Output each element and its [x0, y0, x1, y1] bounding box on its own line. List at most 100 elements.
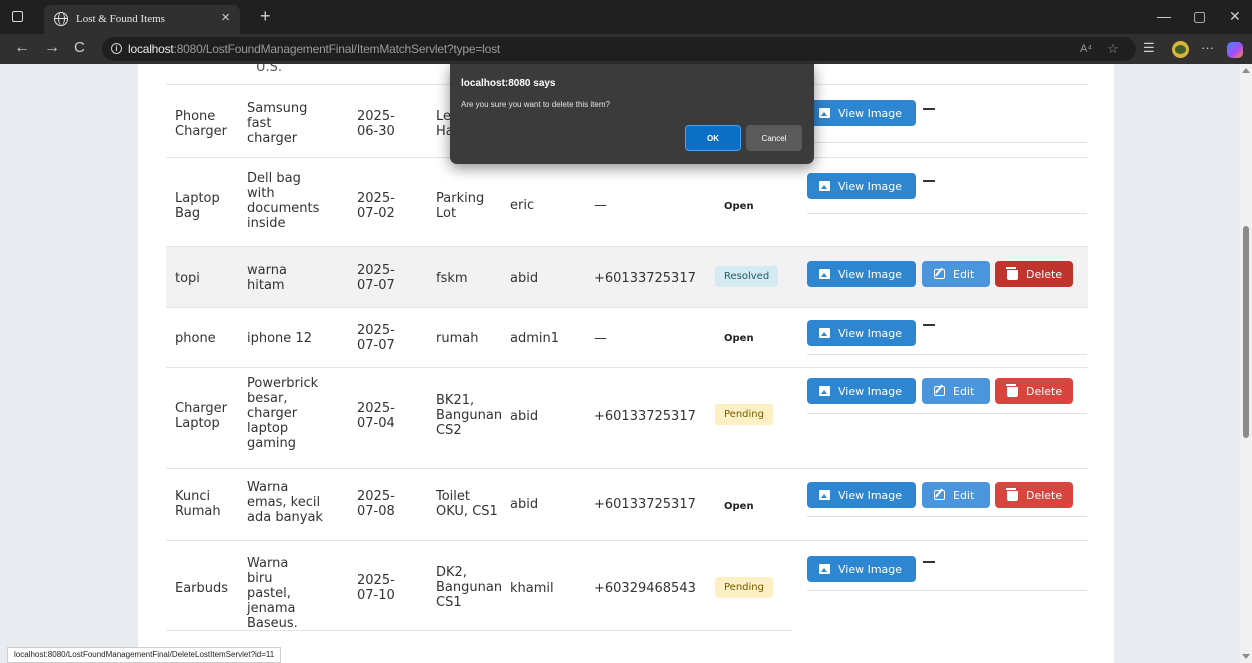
url-text[interactable]: localhost:8080/LostFoundManagementFinal/… [128, 42, 500, 56]
date-cell: 2025-07-07 [357, 323, 395, 353]
trash-icon [1006, 384, 1018, 397]
description-cell: iphone 12 [247, 331, 312, 346]
action-divider [807, 142, 1087, 143]
edit-button[interactable]: Edit [922, 378, 990, 404]
status-badge: Resolved [715, 266, 779, 287]
delete-label: Delete [1026, 384, 1063, 398]
image-icon [819, 490, 830, 500]
description-cell: Powerbrick besar, charger laptop gaming [247, 376, 319, 451]
refresh-button[interactable]: C [74, 39, 85, 56]
read-aloud-icon[interactable]: A⁴ [1080, 43, 1092, 55]
tab-strip: Lost & Found Items × + — ▢ ✕ [0, 0, 1252, 34]
collections-icon[interactable]: ☰ [1143, 40, 1155, 56]
browser-toolbar: ← → C i localhost:8080/LostFoundManageme… [0, 34, 1252, 64]
new-tab-button[interactable]: + [260, 6, 271, 27]
item-name-cell: Charger Laptop [175, 401, 227, 431]
tab-close-icon[interactable]: × [221, 10, 230, 25]
row-divider [166, 630, 792, 631]
description-cell: Samsung fast charger [247, 101, 308, 146]
row-divider [166, 540, 1088, 541]
view-image-button[interactable]: View Image [807, 482, 916, 508]
location-cell: rumah [436, 331, 479, 346]
address-bar[interactable]: i localhost:8080/LostFoundManagementFina… [102, 37, 1136, 61]
scroll-up-arrow-icon[interactable] [1242, 68, 1250, 73]
copilot-icon[interactable] [1227, 42, 1243, 58]
contact-cell: +60329468543 [594, 581, 696, 596]
view-image-button[interactable]: View Image [807, 320, 916, 346]
action-divider [807, 413, 1087, 414]
profile-avatar[interactable] [1172, 41, 1189, 58]
row-divider [166, 367, 1088, 368]
view-image-button[interactable]: View Image [807, 378, 916, 404]
location-cell: BK21, Bangunan CS2 [436, 393, 503, 438]
vertical-scrollbar[interactable] [1240, 64, 1252, 663]
edit-button[interactable]: Edit [922, 261, 990, 287]
maximize-button[interactable]: ▢ [1193, 8, 1206, 25]
view-image-button[interactable]: View Image [807, 556, 916, 582]
dialog-title: localhost:8080 says [461, 78, 556, 89]
edit-label: Edit [953, 267, 975, 281]
minimize-button[interactable]: — [1157, 8, 1171, 24]
forward-button[interactable]: → [44, 39, 60, 57]
description-cell: warna hitam [247, 263, 287, 293]
view-image-button[interactable]: View Image [807, 100, 916, 126]
location-cell: fskm [436, 271, 468, 286]
contact-cell: +60133725317 [594, 271, 696, 286]
image-icon [819, 564, 830, 574]
row-divider [166, 468, 1088, 469]
dialog-message: Are you sure you want to delete this ite… [461, 100, 610, 109]
edit-label: Edit [953, 384, 975, 398]
view-image-button[interactable]: View Image [807, 173, 916, 199]
site-info-icon[interactable]: i [111, 43, 122, 54]
reporter-cell: khamil [510, 581, 554, 596]
description-cell: Warna emas, kecil ada banyak [247, 480, 323, 525]
confirm-dialog: localhost:8080 says Are you sure you wan… [450, 64, 814, 164]
view-image-label: View Image [838, 106, 903, 120]
delete-label: Delete [1026, 488, 1063, 502]
tab-title: Lost & Found Items [76, 13, 165, 25]
edit-button[interactable]: Edit [922, 482, 990, 508]
delete-button[interactable]: Delete [995, 378, 1073, 404]
url-host: localhost [128, 42, 174, 56]
no-action-dash [923, 108, 935, 110]
close-window-button[interactable]: ✕ [1229, 8, 1241, 25]
description-cell: Dell bag with documents inside [247, 171, 320, 231]
dialog-ok-button[interactable]: OK [685, 125, 741, 151]
row-divider [166, 307, 1088, 308]
url-path: :8080/LostFoundManagementFinal/ItemMatch… [173, 42, 501, 56]
no-action-dash [923, 324, 935, 326]
contact-cell: — [594, 331, 607, 346]
item-name-cell: Kunci Rumah [175, 489, 221, 519]
view-image-button[interactable]: View Image [807, 261, 916, 287]
delete-button[interactable]: Delete [995, 482, 1073, 508]
back-button[interactable]: ← [14, 39, 30, 57]
trash-icon [1006, 488, 1018, 501]
image-icon [819, 328, 830, 338]
globe-icon [54, 12, 68, 26]
no-action-dash [923, 180, 935, 182]
dialog-cancel-button[interactable]: Cancel [746, 125, 802, 151]
reporter-cell: eric [510, 198, 535, 213]
favorite-star-icon[interactable]: ☆ [1107, 41, 1119, 57]
delete-label: Delete [1026, 267, 1063, 281]
status-badge: Pending [715, 404, 773, 425]
window-menu-icon[interactable] [12, 11, 23, 22]
date-cell: 2025-07-04 [357, 401, 395, 431]
view-image-label: View Image [838, 326, 903, 340]
item-name-cell: Laptop Bag [175, 191, 220, 221]
view-image-label: View Image [838, 267, 903, 281]
scroll-down-arrow-icon[interactable] [1242, 654, 1250, 659]
more-menu-icon[interactable]: ··· [1201, 40, 1214, 55]
contact-cell: +60133725317 [594, 409, 696, 424]
item-name-cell: topi [175, 271, 200, 286]
scrollbar-thumb[interactable] [1243, 226, 1249, 438]
browser-tab[interactable]: Lost & Found Items × [44, 5, 240, 34]
status-badge: Open [724, 501, 754, 512]
delete-button[interactable]: Delete [995, 261, 1073, 287]
date-cell: 2025-06-30 [357, 109, 395, 139]
reporter-cell: abid [510, 409, 539, 424]
edit-icon [934, 269, 945, 279]
item-name-cell: Phone Charger [175, 109, 227, 139]
status-badge: Pending [715, 577, 773, 598]
location-cell: DK2, Bangunan CS1 [436, 565, 503, 610]
